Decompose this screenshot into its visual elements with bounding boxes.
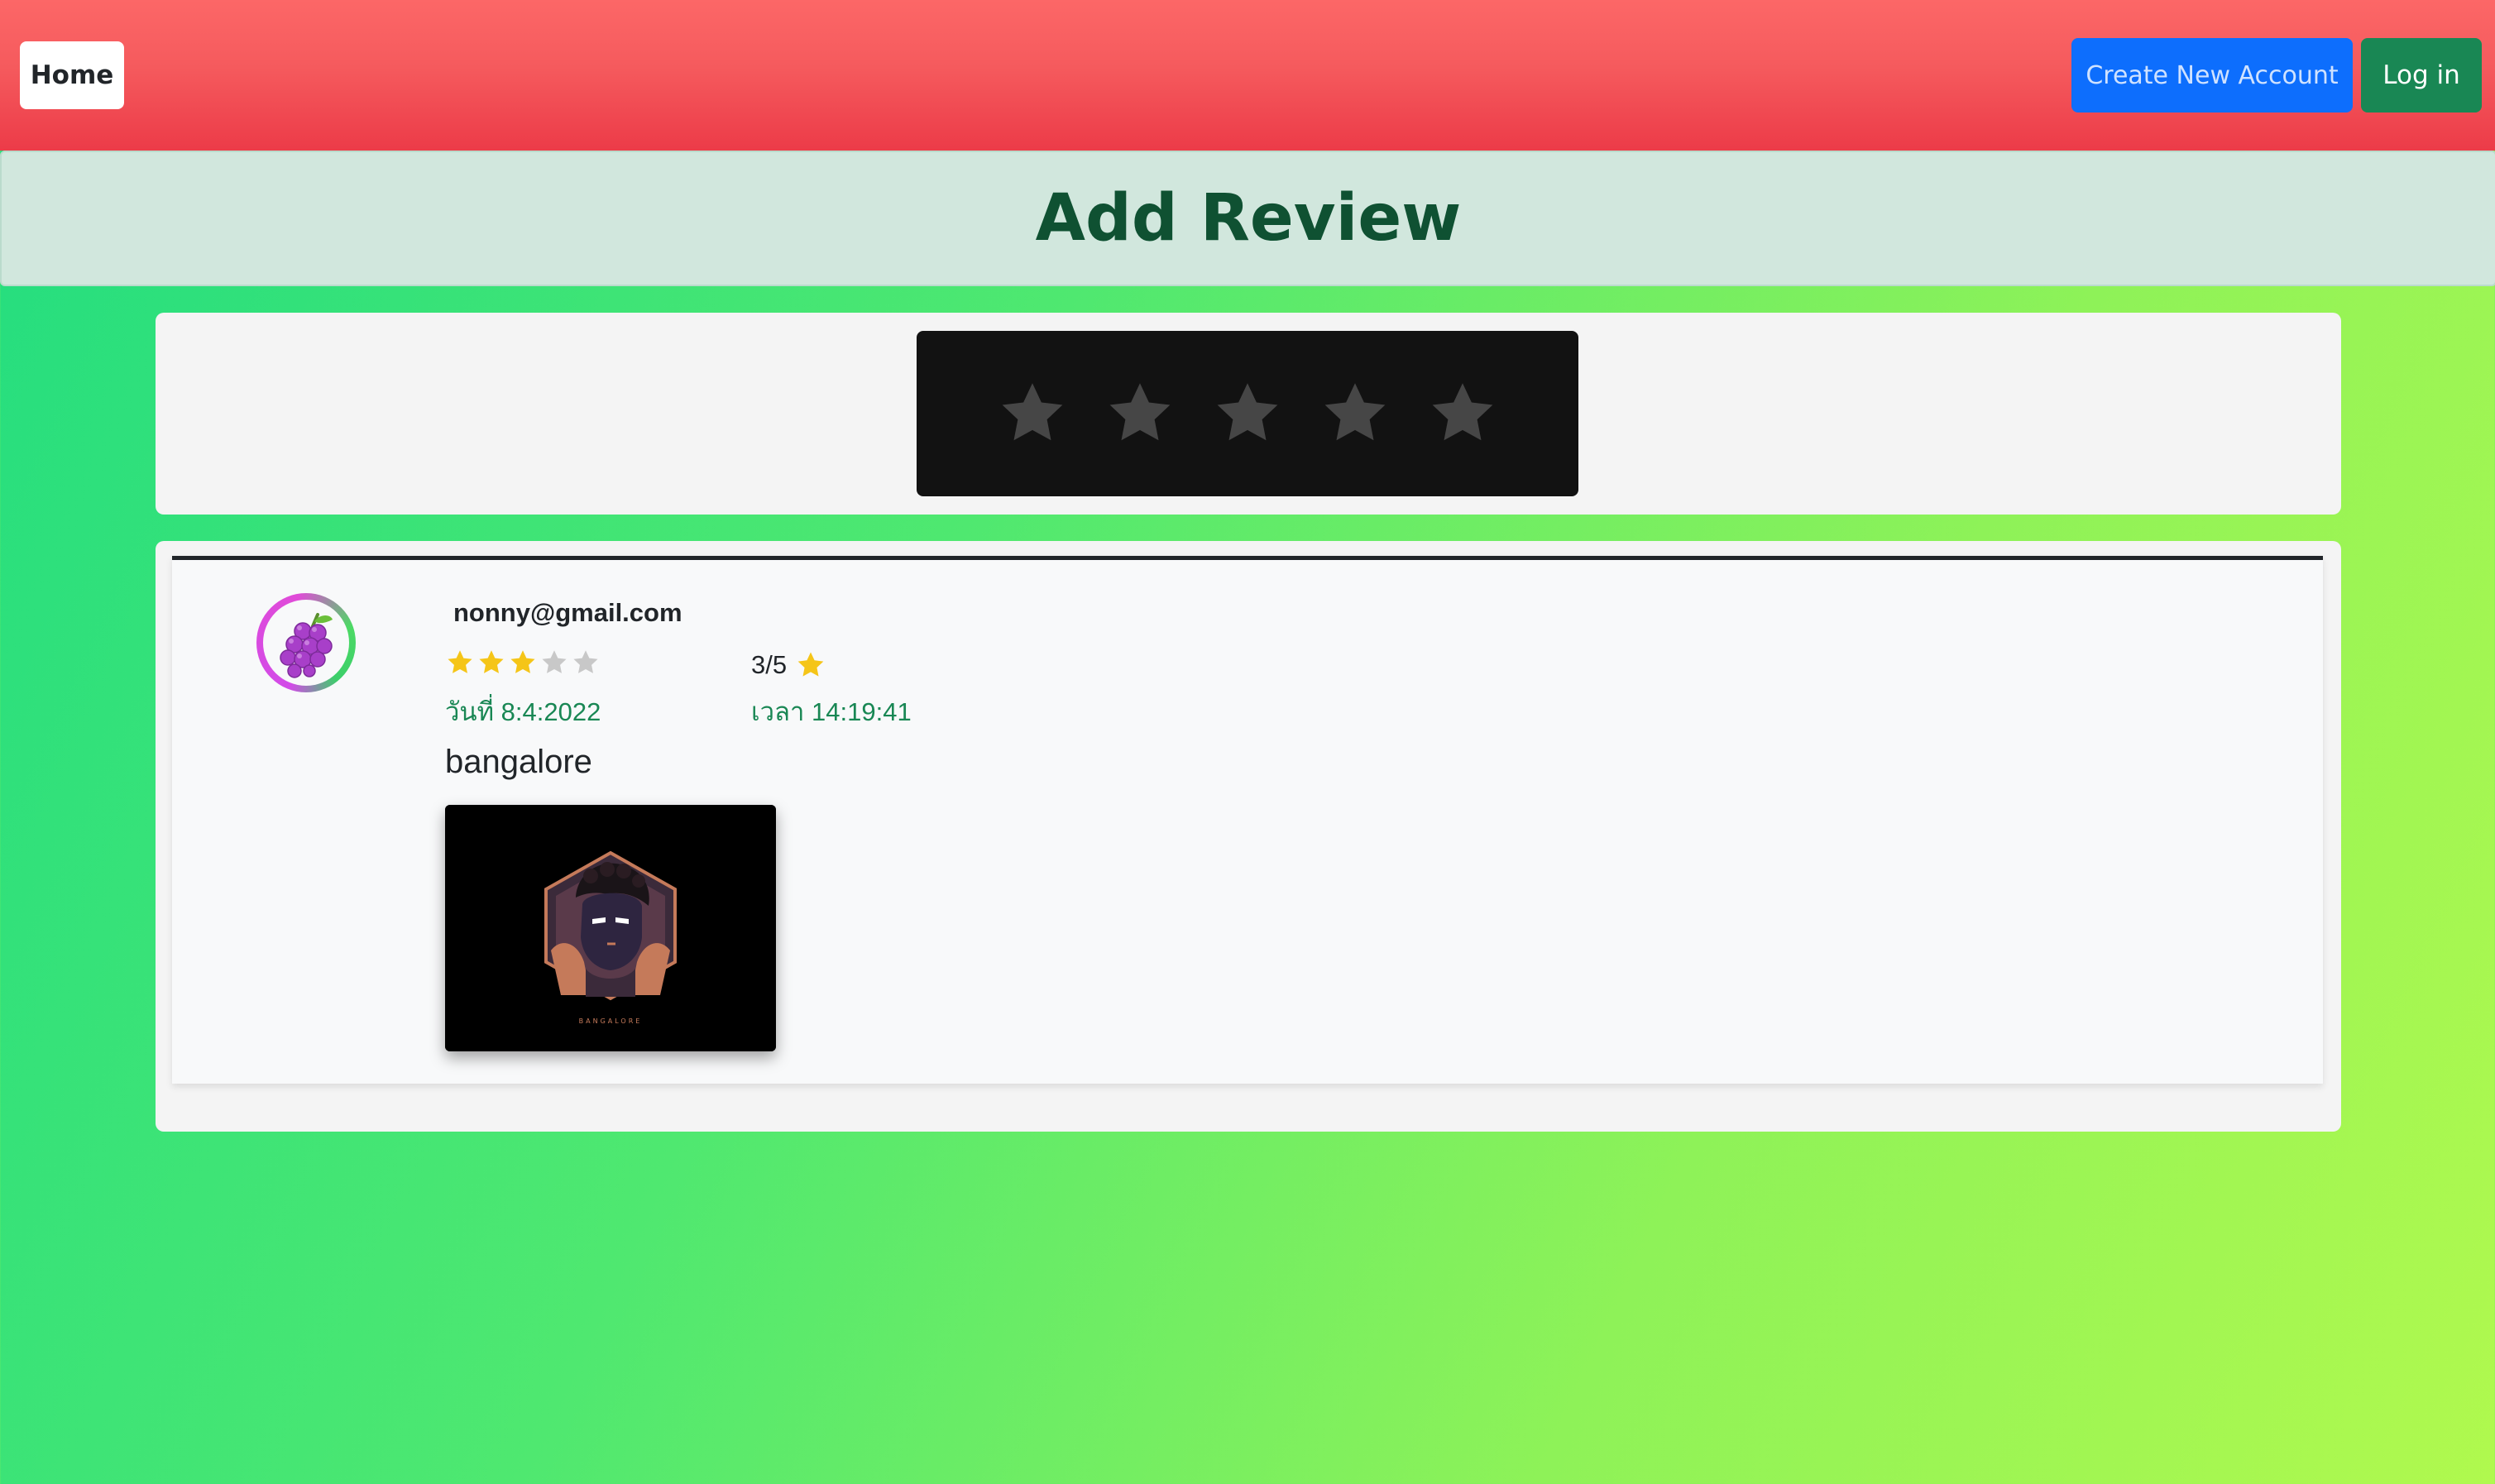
create-account-button[interactable]: Create New Account — [2071, 38, 2353, 112]
rating-panel — [156, 313, 2341, 515]
home-button[interactable]: Home — [20, 41, 124, 109]
login-button[interactable]: Log in — [2361, 38, 2482, 112]
reviewer-email: nonny@gmail.com — [453, 598, 682, 627]
star-filled-icon — [476, 648, 506, 677]
star-icon — [1217, 383, 1278, 441]
star-icon — [1324, 383, 1386, 441]
review-score: 3/5 — [751, 649, 826, 681]
page-title: Add Review — [1035, 181, 1462, 256]
star-filled-icon — [508, 648, 538, 677]
star-icon — [1432, 383, 1493, 441]
star-empty-icon — [539, 648, 569, 677]
star-filled-icon — [445, 648, 475, 677]
rating-star-2[interactable] — [1103, 376, 1177, 451]
review-image[interactable]: BANGALORE — [445, 805, 776, 1051]
rating-star-5[interactable] — [1425, 376, 1500, 451]
review-time: เวลา 14:19:41 — [751, 697, 912, 726]
rating-star-3[interactable] — [1210, 376, 1285, 451]
star-rating-input — [917, 331, 1578, 496]
star-icon — [1109, 383, 1171, 441]
navbar: Home Create New Account Log in — [0, 0, 2495, 151]
star-icon — [795, 649, 826, 681]
title-banner: Add Review — [0, 151, 2495, 286]
star-empty-icon — [571, 648, 601, 677]
avatar — [256, 593, 356, 692]
review-star-rating — [445, 648, 601, 677]
review-text: bangalore — [445, 744, 592, 780]
image-caption: BANGALORE — [579, 1017, 643, 1025]
review-card: nonny@gmail.com 3/5 วันที่ 8:4:2022 เวลา… — [172, 556, 2323, 1084]
review-date: วันที่ 8:4:2022 — [445, 697, 601, 726]
grapes-icon — [263, 600, 349, 686]
score-label: 3/5 — [751, 650, 788, 679]
rating-star-1[interactable] — [995, 376, 1070, 451]
reviews-panel: nonny@gmail.com 3/5 วันที่ 8:4:2022 เวลา… — [156, 541, 2341, 1132]
star-icon — [1002, 383, 1063, 441]
rating-star-4[interactable] — [1318, 376, 1392, 451]
